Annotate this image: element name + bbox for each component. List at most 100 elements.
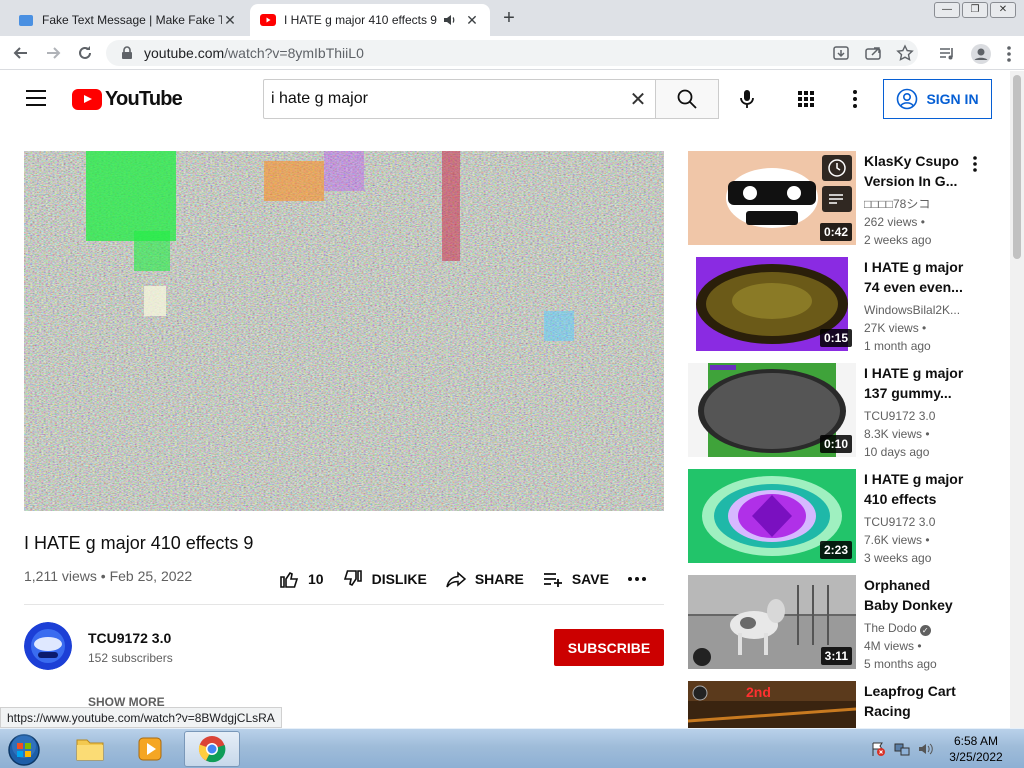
recommendation-thumbnail[interactable]: 2:23	[688, 469, 856, 563]
new-tab-button[interactable]: +	[498, 8, 520, 30]
start-button[interactable]	[4, 731, 44, 768]
recommendation-title[interactable]: KlasKy Csupo Version In G...	[864, 151, 964, 191]
recommendation-channel[interactable]: WindowsBilal2K...	[864, 301, 964, 319]
more-actions-button[interactable]	[627, 576, 655, 582]
close-tab-icon[interactable]: ✕	[464, 12, 480, 28]
tab-youtube-video[interactable]: I HATE g major 410 effects 9 ✕	[250, 4, 490, 36]
audio-playing-icon[interactable]	[442, 12, 458, 28]
like-count: 10	[308, 571, 324, 587]
profile-avatar-icon[interactable]	[970, 43, 992, 65]
reload-icon[interactable]	[74, 42, 96, 64]
sign-in-label: SIGN IN	[926, 91, 979, 107]
recommendation-thumbnail[interactable]: 0:15	[688, 257, 856, 351]
close-tab-icon[interactable]: ✕	[222, 12, 238, 28]
install-app-icon[interactable]	[832, 44, 850, 62]
playlist-add-icon	[543, 573, 562, 587]
subscribe-button[interactable]: SUBSCRIBE	[554, 629, 664, 666]
recommendation-item[interactable]: 3:11 Orphaned Baby Donkey Cried... The D…	[688, 575, 988, 671]
recommendation-thumbnail[interactable]: 0:42	[688, 151, 856, 245]
taskbar-chrome[interactable]	[184, 731, 240, 767]
search-icon	[677, 89, 697, 109]
maximize-button[interactable]: ❐	[962, 2, 988, 18]
volume-icon[interactable]	[918, 741, 934, 757]
action-center-flag-icon[interactable]	[870, 741, 886, 757]
taskbar-explorer[interactable]	[62, 731, 118, 767]
share-button[interactable]: SHARE	[445, 568, 524, 590]
address-bar[interactable]: youtube.com/watch?v=8ymIbThiiL0	[106, 40, 918, 66]
clock-date: 3/25/2022	[949, 750, 1003, 764]
channel-name[interactable]: TCU9172 3.0	[88, 630, 171, 646]
media-control-icon[interactable]	[938, 45, 956, 63]
dislike-button[interactable]: DISLIKE	[342, 568, 427, 590]
search-box: ✕	[263, 79, 656, 119]
chrome-menu-icon[interactable]	[1006, 45, 1012, 63]
url-path: /watch?v=8ymIbThiiL0	[224, 45, 364, 61]
system-tray: 6:58 AM 3/25/2022	[870, 729, 1024, 768]
system-clock[interactable]: 6:58 AM 3/25/2022	[942, 733, 1010, 765]
recommendation-age: 2 weeks ago	[864, 233, 932, 247]
account-circle-icon	[897, 88, 918, 110]
network-icon[interactable]	[894, 741, 910, 757]
taskbar-media-player[interactable]	[122, 731, 178, 767]
minimize-button[interactable]: —	[934, 2, 960, 18]
section-divider	[24, 604, 664, 605]
windows-taskbar: 6:58 AM 3/25/2022	[0, 728, 1024, 768]
recommendation-item[interactable]: 0:10 I HATE g major 137 gummy... TCU9172…	[688, 363, 988, 459]
video-player[interactable]	[24, 151, 664, 511]
tab-fake-text-message[interactable]: Fake Text Message | Make Fake Te ✕	[8, 4, 248, 36]
recommendation-item[interactable]: 2:23 I HATE g major 410 effects TCU9172 …	[688, 469, 988, 565]
recommendation-channel[interactable]: TCU9172 3.0	[864, 513, 964, 531]
recommendation-channel[interactable]: The Dodo ✓	[864, 619, 964, 637]
share-arrow-icon	[446, 571, 466, 588]
verified-badge-icon: ✓	[919, 625, 931, 636]
more-options-icon[interactable]	[970, 155, 980, 173]
like-button[interactable]: 10	[278, 568, 324, 590]
share-page-icon[interactable]	[864, 44, 882, 62]
forward-arrow-icon[interactable]	[42, 42, 64, 64]
recommendation-thumbnail[interactable]: 2nd	[688, 681, 856, 728]
recommendation-title[interactable]: I HATE g major 137 gummy...	[864, 363, 964, 403]
settings-kebab-icon[interactable]	[848, 89, 862, 109]
recommendation-title[interactable]: I HATE g major 74 even even...	[864, 257, 964, 297]
recommendation-channel[interactable]: □□□□78シコ	[864, 195, 964, 213]
browser-toolbar: youtube.com/watch?v=8ymIbThiiL0	[0, 36, 1024, 70]
lock-icon[interactable]	[120, 46, 134, 60]
recommendation-thumbnail[interactable]: 3:11	[688, 575, 856, 669]
thumbs-up-icon	[280, 571, 299, 588]
thumbs-down-icon	[343, 570, 362, 587]
search-button[interactable]	[655, 79, 719, 119]
youtube-apps-icon[interactable]	[796, 89, 816, 109]
sign-in-button[interactable]: SIGN IN	[883, 79, 992, 119]
recommendation-item[interactable]: 0:42 KlasKy Csupo Version In G... □□□□78…	[688, 151, 988, 247]
recommendation-age: 3 weeks ago	[864, 551, 932, 565]
recommendation-item[interactable]: 0:15 I HATE g major 74 even even... Wind…	[688, 257, 988, 353]
tab-title: I HATE g major 410 effects 9	[284, 13, 437, 27]
clear-search-icon[interactable]: ✕	[621, 87, 655, 112]
video-info: 1,211 views • Feb 25, 2022	[24, 568, 193, 584]
recommendation-age: 5 months ago	[864, 657, 937, 671]
search-input[interactable]	[271, 90, 621, 108]
recommendation-title[interactable]: I HATE g major 410 effects	[864, 469, 964, 509]
back-arrow-icon[interactable]	[10, 42, 32, 64]
hamburger-menu-icon[interactable]	[26, 90, 46, 106]
browser-tab-bar: Fake Text Message | Make Fake Te ✕ I HAT…	[0, 0, 1024, 36]
save-button[interactable]: SAVE	[542, 568, 609, 590]
bookmark-star-icon[interactable]	[896, 44, 914, 62]
chrome-icon	[198, 736, 226, 763]
svg-text:2nd: 2nd	[746, 684, 771, 700]
recommendation-title[interactable]: Leapfrog Cart Racing Super...	[864, 681, 964, 721]
subscriber-count: 152 subscribers	[88, 651, 173, 665]
close-window-button[interactable]: ✕	[990, 2, 1016, 18]
recommendation-title[interactable]: Orphaned Baby Donkey Cried...	[864, 575, 964, 615]
youtube-logo[interactable]: YouTube	[72, 88, 183, 111]
recommendation-views: 262 views •	[864, 215, 925, 229]
channel-avatar[interactable]	[24, 622, 72, 670]
microphone-icon[interactable]	[735, 87, 759, 111]
recommendation-thumbnail[interactable]: 0:10	[688, 363, 856, 457]
recommendation-age: 10 days ago	[864, 445, 930, 459]
url-host: youtube.com	[144, 45, 225, 61]
recommendation-item[interactable]: 2nd Leapfrog Cart Racing Super...	[688, 681, 988, 728]
scrollbar-thumb[interactable]	[1013, 75, 1021, 259]
page-scrollbar[interactable]	[1010, 71, 1024, 728]
recommendation-channel[interactable]: TCU9172 3.0	[864, 407, 964, 425]
